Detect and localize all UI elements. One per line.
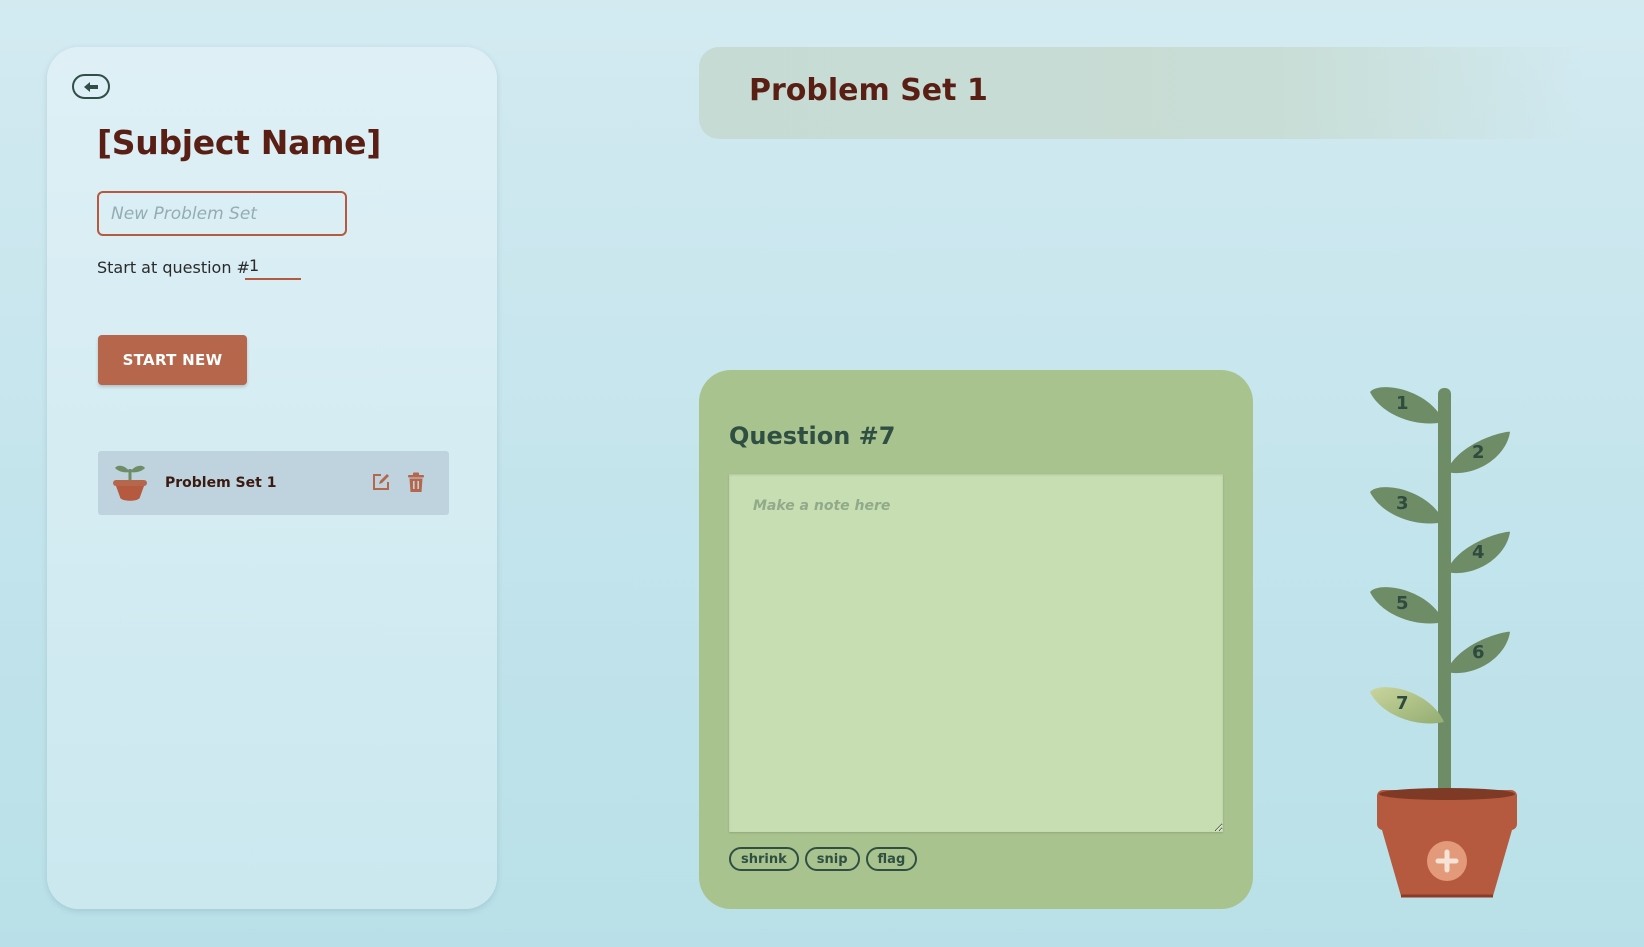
arrow-left-icon	[84, 81, 98, 92]
leaf-label: 5	[1396, 593, 1409, 614]
leaf-label: 1	[1396, 393, 1409, 414]
leaf-6[interactable]: 6	[1446, 631, 1510, 674]
leaf-1[interactable]: 1	[1370, 387, 1444, 424]
question-title: Question #7	[729, 422, 896, 450]
leaf-5[interactable]: 5	[1370, 587, 1444, 624]
add-leaf-button[interactable]	[1427, 841, 1467, 881]
flag-button[interactable]: flag	[865, 847, 918, 871]
subject-title: [Subject Name]	[97, 123, 382, 162]
leaf-label: 4	[1472, 542, 1485, 563]
start-at-label: Start at question #	[97, 258, 250, 277]
back-button[interactable]	[72, 74, 110, 99]
shrink-button[interactable]: shrink	[729, 847, 799, 871]
problem-set-name: Problem Set 1	[165, 475, 277, 491]
leaf-4[interactable]: 4	[1446, 531, 1510, 574]
leaf-label: 2	[1472, 442, 1485, 463]
leaf-label: 3	[1396, 493, 1409, 514]
leaf-3[interactable]: 3	[1370, 487, 1444, 524]
leaf-label: 6	[1472, 642, 1485, 663]
new-problem-set-input[interactable]	[97, 191, 347, 236]
note-textarea[interactable]	[729, 474, 1223, 832]
tag-row: shrink snip flag	[729, 847, 918, 871]
leaf-2[interactable]: 2	[1446, 431, 1510, 474]
start-at-question-input[interactable]	[245, 252, 301, 280]
header-bar: Problem Set 1	[699, 47, 1585, 139]
question-card: Question #7 shrink snip flag	[699, 370, 1253, 909]
progress-plant: 1 2 3 4 5 6 7	[1370, 387, 1517, 898]
edit-icon[interactable]	[371, 472, 391, 492]
snip-button[interactable]: snip	[804, 847, 860, 871]
plant-stem	[1438, 388, 1451, 796]
trash-icon[interactable]	[407, 472, 425, 493]
problem-set-list-item[interactable]: Problem Set 1	[98, 451, 449, 515]
leaf-7-current[interactable]: 7	[1370, 687, 1444, 724]
plant-pot-icon	[113, 465, 147, 501]
sidebar: [Subject Name] Start at question # START…	[47, 47, 497, 909]
start-new-button[interactable]: START NEW	[98, 335, 247, 385]
leaf-label: 7	[1396, 693, 1409, 714]
problem-set-title: Problem Set 1	[749, 73, 988, 108]
